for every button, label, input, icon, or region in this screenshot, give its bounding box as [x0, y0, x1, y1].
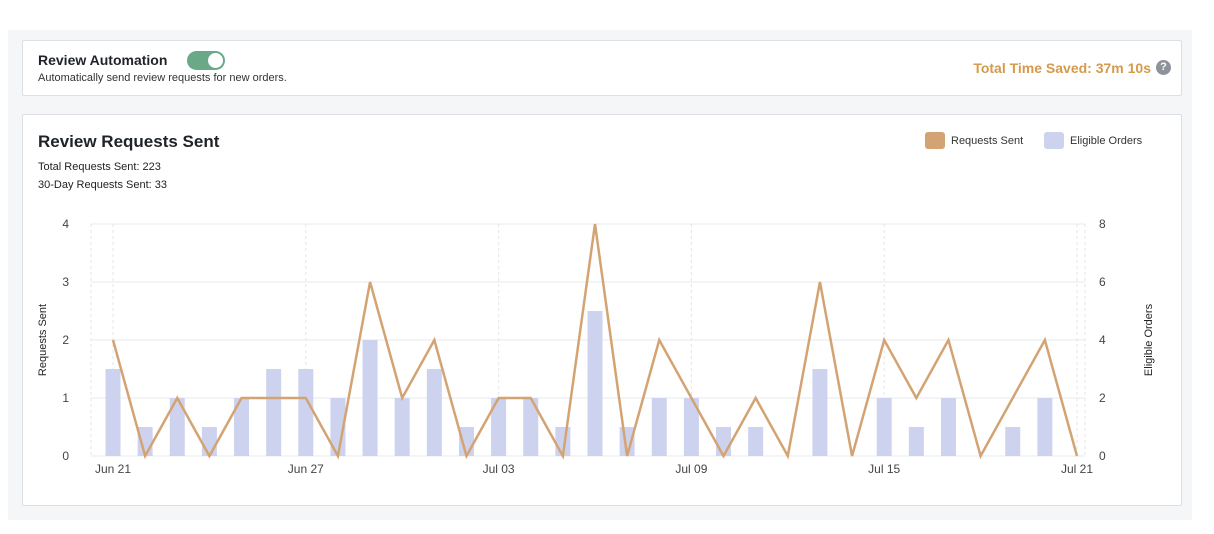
- bar-eligible-orders: [812, 369, 828, 456]
- y-tick-label-left: 4: [62, 217, 69, 231]
- question-circle-icon[interactable]: ?: [1156, 60, 1171, 75]
- bar-eligible-orders: [201, 427, 217, 456]
- automation-toggle[interactable]: [187, 51, 225, 70]
- x-tick-label: Jul 09: [675, 462, 707, 476]
- y-tick-label-right: 4: [1099, 333, 1106, 347]
- automation-subtitle: Automatically send review requests for n…: [38, 72, 287, 84]
- x-tick-label: Jul 03: [483, 462, 515, 476]
- y-tick-label-left: 1: [62, 391, 69, 405]
- automation-title: Review Automation: [38, 52, 168, 68]
- bar-eligible-orders: [1037, 398, 1053, 456]
- bar-eligible-orders: [908, 427, 924, 456]
- y-tick-label-right: 6: [1099, 275, 1106, 289]
- bar-eligible-orders: [651, 398, 667, 456]
- bar-eligible-orders: [716, 427, 732, 456]
- y-tick-label-right: 2: [1099, 391, 1106, 405]
- time-saved-label: Total Time Saved: 37m 10s: [973, 60, 1151, 76]
- y-axis-title-left: Requests Sent: [37, 304, 49, 376]
- bar-eligible-orders: [940, 398, 956, 456]
- bar-eligible-orders: [587, 311, 603, 456]
- bar-eligible-orders: [876, 398, 892, 456]
- y-axis-title-right: Eligible Orders: [1143, 303, 1155, 376]
- bar-eligible-orders: [105, 369, 121, 456]
- toggle-knob: [208, 53, 223, 68]
- bar-eligible-orders: [394, 398, 410, 456]
- bar-eligible-orders: [298, 369, 314, 456]
- y-tick-label-right: 0: [1099, 449, 1106, 463]
- chart-panel: Review Requests Sent Total Requests Sent…: [22, 114, 1182, 506]
- bar-eligible-orders: [362, 340, 378, 456]
- y-tick-label-left: 2: [62, 333, 69, 347]
- bar-eligible-orders: [748, 427, 764, 456]
- y-tick-label-left: 3: [62, 275, 69, 289]
- y-tick-label-right: 8: [1099, 217, 1106, 231]
- x-tick-label: Jul 15: [868, 462, 900, 476]
- x-tick-label: Jun 27: [288, 462, 324, 476]
- y-tick-label-left: 0: [62, 449, 69, 463]
- bar-eligible-orders: [426, 369, 442, 456]
- review-requests-chart: 0 1 2 3 4 0 2 4 6 8 Jun 21 Jun 27 Jul 03 Jul 09 Jul 15…: [37, 217, 1155, 476]
- x-tick-label: Jul 21: [1061, 462, 1093, 476]
- automation-panel: Review Automation Automatically send rev…: [22, 40, 1182, 96]
- x-tick-label: Jun 21: [95, 462, 131, 476]
- bar-eligible-orders: [1005, 427, 1021, 456]
- bar-eligible-orders: [266, 369, 282, 456]
